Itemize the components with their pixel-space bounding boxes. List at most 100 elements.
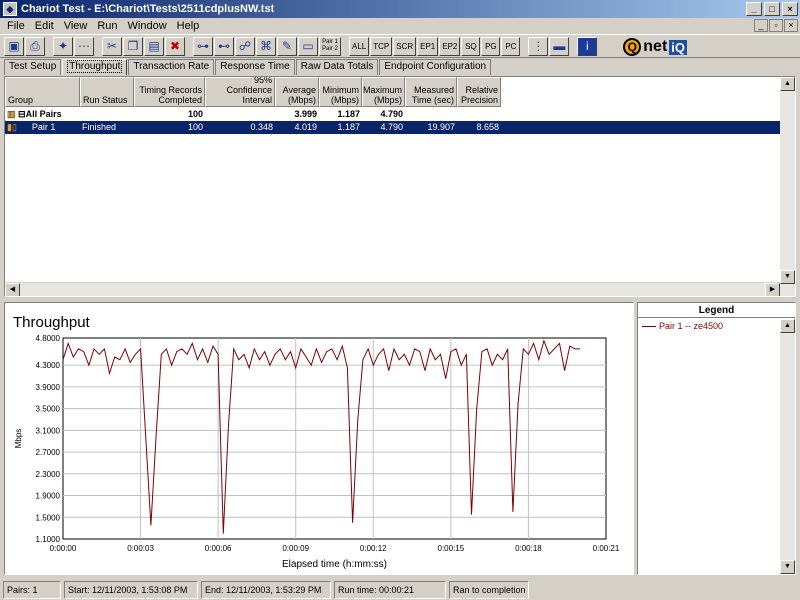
maximize-button[interactable]: □ [764, 2, 780, 16]
col-run-status[interactable]: Run Status [80, 77, 134, 107]
menu-window[interactable]: Window [123, 20, 172, 32]
scroll-down-icon[interactable]: ▼ [780, 270, 795, 284]
monitor-icon[interactable]: ▭ [298, 36, 318, 56]
results-grid: Group Run Status Timing Records Complete… [4, 76, 796, 297]
legend-scrollbar[interactable]: ▲ ▼ [780, 319, 795, 574]
edit-pairs-icon[interactable]: ✎ [277, 36, 297, 56]
title-bar: ◆ Chariot Test - E:\Chariot\Tests\2511cd… [0, 0, 800, 18]
scroll-right-icon[interactable]: ▶ [765, 283, 780, 296]
col-minimum[interactable]: Minimum (Mbps) [319, 77, 362, 107]
scroll-up-icon[interactable]: ▲ [780, 77, 795, 91]
tab-throughput[interactable]: Throughput [62, 59, 128, 75]
tab-test-setup[interactable]: Test Setup [4, 59, 62, 75]
y-tick-label: 4.3000 [36, 361, 61, 370]
stop-icon[interactable]: ⋯ [74, 36, 94, 56]
tab-response-time[interactable]: Response Time [215, 59, 295, 75]
status-end: End: 12/11/2003, 1:53:29 PM [201, 581, 331, 599]
menu-run[interactable]: Run [92, 20, 122, 32]
col-relative-precision[interactable]: Relative Precision [457, 77, 501, 107]
print-icon[interactable]: ⎙ [25, 36, 45, 56]
copy-icon[interactable]: ❐ [123, 36, 143, 56]
add-multicast-icon[interactable]: ⊷ [214, 36, 234, 56]
status-runtime: Run time: 00:00:21 [334, 581, 446, 599]
x-tick-label: 0:00:00 [50, 544, 77, 553]
delete-icon[interactable]: ✖ [165, 36, 185, 56]
filter-ep1-button[interactable]: EP1 [417, 36, 439, 56]
col-confidence-interval[interactable]: 95% Confidence Interval [205, 77, 275, 107]
filter-ep2-button[interactable]: EP2 [439, 36, 461, 56]
x-axis-label: Elapsed time (h:mm:ss) [282, 559, 387, 570]
network-icon[interactable]: ☍ [235, 36, 255, 56]
y-tick-label: 1.9000 [36, 492, 61, 501]
menu-bar: File Edit View Run Window Help _ ▫ × [0, 18, 800, 34]
grid-view-icon[interactable]: ⋮ [528, 36, 549, 56]
grid-vertical-scrollbar[interactable]: ▲ ▼ [780, 77, 795, 296]
paste-icon[interactable]: ▤ [144, 36, 164, 56]
mdi-minimize-button[interactable]: _ [754, 19, 768, 32]
x-tick-label: 0:00:12 [360, 544, 387, 553]
y-tick-label: 4.8000 [36, 334, 61, 343]
expand-icon[interactable]: ⊟ [18, 109, 26, 119]
window-title: Chariot Test - E:\Chariot\Tests\2511cdpl… [21, 3, 275, 15]
info-icon[interactable]: i [577, 36, 598, 56]
mdi-close-button[interactable]: × [784, 19, 798, 32]
legend-scroll-up-icon[interactable]: ▲ [780, 319, 795, 333]
y-tick-label: 2.3000 [36, 470, 61, 479]
tab-transaction-rate[interactable]: Transaction Rate [128, 59, 215, 75]
netiq-logo: Q net iQ [623, 37, 687, 57]
menu-view[interactable]: View [59, 20, 93, 32]
filter-pg-button[interactable]: PG [481, 36, 501, 56]
x-tick-label: 0:00:03 [127, 544, 154, 553]
run-icon[interactable]: ✦ [53, 36, 73, 56]
list-view-icon[interactable]: ▬ [549, 36, 570, 56]
mdi-restore-button[interactable]: ▫ [769, 19, 783, 32]
grid-horizontal-scrollbar[interactable]: ◀ ▶ [5, 282, 780, 296]
y-tick-label: 3.5000 [36, 405, 61, 414]
col-group[interactable]: Group [5, 77, 80, 107]
scroll-left-icon[interactable]: ◀ [5, 283, 20, 296]
cut-icon[interactable]: ✂ [102, 36, 122, 56]
filter-scr-button[interactable]: SCR [393, 36, 417, 56]
minimize-button[interactable]: _ [746, 2, 762, 16]
x-tick-label: 0:00:15 [438, 544, 465, 553]
col-timing-records[interactable]: Timing Records Completed [134, 77, 205, 107]
legend-scroll-down-icon[interactable]: ▼ [780, 560, 795, 574]
status-pairs: Pairs: 1 [3, 581, 61, 599]
menu-file[interactable]: File [2, 20, 30, 32]
topology-icon[interactable]: ⌘ [256, 36, 276, 56]
table-row-pair-1[interactable]: ▮▯ Pair 1 Finished 100 0.348 4.019 1.187… [5, 121, 780, 134]
plot-area [62, 337, 607, 540]
legend-item-label: Pair 1 -- ze4500 [659, 321, 724, 331]
col-measured-time[interactable]: Measured Time (sec) [405, 77, 457, 107]
col-average[interactable]: Average (Mbps) [275, 77, 319, 107]
tab-endpoint-configuration[interactable]: Endpoint Configuration [379, 59, 492, 75]
throughput-chart: Throughput 4.8000 4.3000 3.9000 3.5000 3.1000… [13, 314, 620, 570]
x-tick-label: 0:00:06 [205, 544, 232, 553]
legend-item-pair-1[interactable]: Pair 1 -- ze4500 [638, 321, 795, 331]
x-tick-label: 0:00:21 [593, 544, 620, 553]
tab-raw-data-totals[interactable]: Raw Data Totals [295, 59, 379, 75]
menu-edit[interactable]: Edit [30, 20, 59, 32]
tab-strip: Test Setup Throughput Transaction Rate R… [4, 59, 492, 75]
menu-help[interactable]: Help [172, 20, 205, 32]
chart-title: Throughput [13, 314, 91, 331]
filter-tcp-button[interactable]: TCP [370, 36, 393, 56]
table-row-all-pairs[interactable]: ▥ ⊟All Pairs 100 3.999 1.187 4.790 [5, 108, 501, 121]
close-button[interactable]: × [782, 2, 798, 16]
legend-swatch [642, 325, 656, 327]
save-icon[interactable]: ▣ [4, 36, 24, 56]
filter-sq-button[interactable]: SQ [461, 36, 481, 56]
app-icon: ◆ [3, 2, 17, 16]
legend-pane: Legend Pair 1 -- ze4500 ▲ ▼ [637, 302, 796, 575]
pair-icon: ▮▯ [7, 122, 17, 132]
legend-title: Legend [638, 303, 795, 318]
throughput-chart-pane: Throughput 4.8000 4.3000 3.9000 3.5000 3.1000… [4, 302, 634, 575]
x-tick-label: 0:00:18 [515, 544, 542, 553]
col-maximum[interactable]: Maximum (Mbps) [362, 77, 405, 107]
pair-toggle-button[interactable]: Pair 1 Pair 2 [319, 36, 341, 56]
status-result: Ran to completion [449, 581, 529, 599]
filter-pc-button[interactable]: PC [501, 36, 521, 56]
add-pair-icon[interactable]: ⊶ [193, 36, 213, 56]
filter-all-button[interactable]: ALL [349, 36, 370, 56]
y-tick-label: 1.5000 [36, 513, 61, 522]
